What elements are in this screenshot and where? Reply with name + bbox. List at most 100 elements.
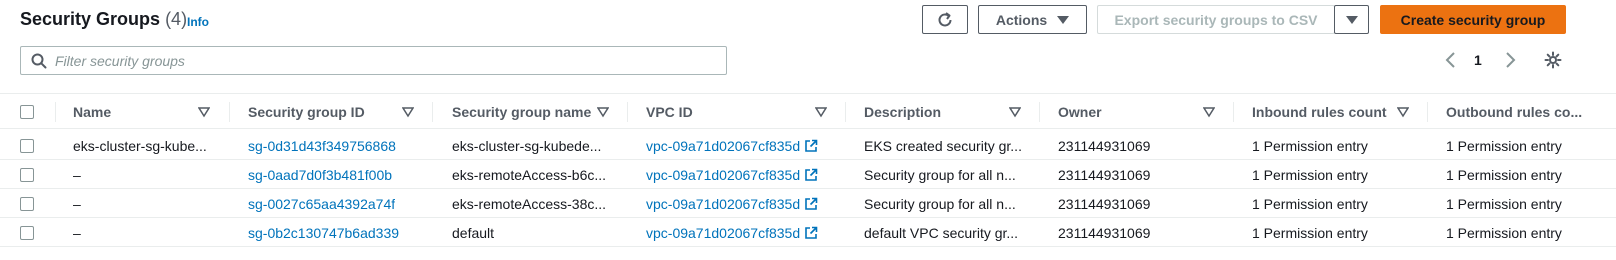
cell-outbound-rules: 1 Permission entry [1446,137,1562,154]
cell-name: – [73,166,81,183]
cell-inbound-rules: 1 Permission entry [1252,224,1368,241]
table-header: Name Security group ID Security group na… [0,93,1616,129]
cell-description: Security group for all n... [864,195,1016,212]
vpc-id-text: vpc-09a71d02067cf835d [646,166,801,183]
actions-label: Actions [995,11,1048,28]
external-link-icon [805,139,818,152]
gear-icon[interactable] [1544,51,1562,69]
cell-sg-name: default [452,224,495,241]
row-select-cell [20,131,34,160]
sort-icon[interactable] [198,106,210,118]
cell-sg-id-link[interactable]: sg-0aad7d0f3b481f00b [248,160,392,189]
cell-outbound-rules: 1 Permission entry [1446,195,1562,212]
cell-sg-name: eks-remoteAccess-b6c... [452,166,607,183]
external-link-icon [805,168,818,181]
row-select-cell [20,160,34,189]
caret-down-icon [1345,15,1358,24]
external-link-icon [805,226,818,239]
search-icon [31,53,47,69]
cell-description: Security group for all n... [864,166,1016,183]
column-header-description[interactable]: Description [864,94,941,130]
row-checkbox[interactable] [20,167,34,182]
cell-owner: 231144931069 [1058,224,1151,241]
column-divider [1427,102,1428,122]
cell-owner: 231144931069 [1058,166,1151,183]
chevron-right-icon[interactable] [1502,51,1518,69]
cell-owner: 231144931069 [1058,195,1151,212]
cell-inbound-rules: 1 Permission entry [1252,137,1368,154]
export-dropdown-button[interactable] [1334,5,1369,34]
cell-vpc-id-link[interactable]: vpc-09a71d02067cf835d [646,160,818,189]
search-box [20,46,727,75]
column-divider [1233,102,1234,122]
column-header-sg-id[interactable]: Security group ID [248,94,365,130]
cell-outbound-rules: 1 Permission entry [1446,224,1562,241]
column-header-name[interactable]: Name [73,94,111,130]
sort-icon[interactable] [815,106,827,118]
sort-icon[interactable] [1397,106,1409,118]
vpc-id-text: vpc-09a71d02067cf835d [646,137,801,154]
cell-description: default VPC security gr... [864,224,1019,241]
select-all-checkbox[interactable] [20,105,34,119]
cell-inbound-rules: 1 Permission entry [1252,166,1368,183]
table-row[interactable]: eks-cluster-sg-kube... sg-0d31d43f349756… [0,131,1616,160]
column-divider [432,102,433,122]
search-input[interactable] [55,51,715,71]
select-all-cell [20,94,34,130]
cell-name: eks-cluster-sg-kube... [73,137,207,154]
column-header-sg-name[interactable]: Security group name [452,94,591,130]
external-link-icon [805,197,818,210]
item-count: (4) [165,9,188,29]
cell-name: – [73,195,81,212]
cell-name: – [73,224,81,241]
export-csv-button[interactable]: Export security groups to CSV [1097,5,1335,34]
page-header: Security Groups (4) Info Actions Export … [0,0,1616,40]
info-link[interactable]: Info [187,15,209,29]
row-checkbox[interactable] [20,196,34,211]
sort-icon[interactable] [597,106,609,118]
refresh-button[interactable] [922,5,968,34]
cell-inbound-rules: 1 Permission entry [1252,195,1368,212]
row-select-cell [20,189,34,218]
cell-vpc-id-link[interactable]: vpc-09a71d02067cf835d [646,189,818,218]
column-divider [229,102,230,122]
cell-sg-id-link[interactable]: sg-0b2c130747b6ad339 [248,218,399,247]
column-header-vpc-id[interactable]: VPC ID [646,94,693,130]
table-row[interactable]: – sg-0aad7d0f3b481f00b eks-remoteAccess-… [0,160,1616,189]
column-header-owner[interactable]: Owner [1058,94,1102,130]
row-checkbox[interactable] [20,225,34,240]
vpc-id-text: vpc-09a71d02067cf835d [646,224,801,241]
column-divider [1039,102,1040,122]
page-title: Security Groups (4) [20,9,187,30]
caret-down-icon [1057,15,1070,24]
create-security-group-button[interactable]: Create security group [1380,5,1566,34]
column-header-outbound-rules[interactable]: Outbound rules co... [1446,94,1582,130]
cell-sg-id-link[interactable]: sg-0d31d43f349756868 [248,131,396,160]
cell-owner: 231144931069 [1058,137,1151,154]
sort-icon[interactable] [1009,106,1021,118]
sort-icon[interactable] [402,106,414,118]
row-checkbox[interactable] [20,138,34,153]
cell-sg-id-link[interactable]: sg-0027c65aa4392a74f [248,189,395,218]
table-row[interactable]: – sg-0027c65aa4392a74f eks-remoteAccess-… [0,189,1616,218]
column-divider [845,102,846,122]
cell-vpc-id-link[interactable]: vpc-09a71d02067cf835d [646,131,818,160]
pagination-current-page[interactable]: 1 [1474,52,1482,68]
page-title-text: Security Groups [20,9,161,29]
cell-description: EKS created security gr... [864,137,1022,154]
cell-sg-name: eks-remoteAccess-38c... [452,195,607,212]
refresh-icon [938,11,952,26]
column-header-inbound-rules[interactable]: Inbound rules count [1252,94,1387,130]
create-security-group-label: Create security group [1400,11,1546,28]
column-divider [55,102,56,122]
sort-icon[interactable] [1203,106,1215,118]
cell-outbound-rules: 1 Permission entry [1446,166,1562,183]
cell-vpc-id-link[interactable]: vpc-09a71d02067cf835d [646,218,818,247]
cell-sg-name: eks-cluster-sg-kubede... [452,137,602,154]
table-row[interactable]: – sg-0b2c130747b6ad339 default vpc-09a71… [0,218,1616,247]
actions-button[interactable]: Actions [978,5,1087,34]
vpc-id-text: vpc-09a71d02067cf835d [646,195,801,212]
chevron-left-icon[interactable] [1443,51,1459,69]
column-divider [627,102,628,122]
row-select-cell [20,218,34,247]
